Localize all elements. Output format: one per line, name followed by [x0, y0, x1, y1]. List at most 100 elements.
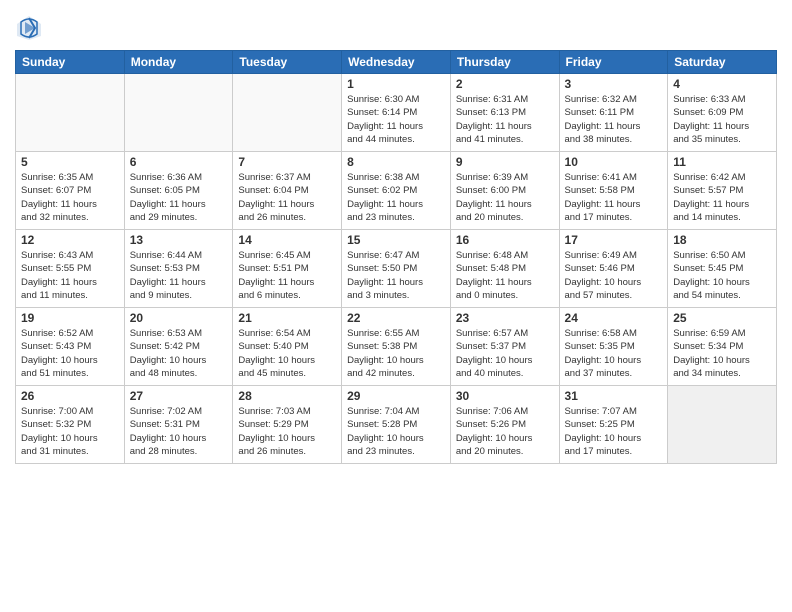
day-info: Sunrise: 6:55 AM Sunset: 5:38 PM Dayligh…	[347, 327, 445, 380]
day-info: Sunrise: 7:00 AM Sunset: 5:32 PM Dayligh…	[21, 405, 119, 458]
weekday-header-row: SundayMondayTuesdayWednesdayThursdayFrid…	[16, 51, 777, 74]
day-number: 22	[347, 311, 445, 325]
calendar-cell: 3 Sunrise: 6:32 AM Sunset: 6:11 PM Daylig…	[559, 74, 668, 152]
weekday-sunday: Sunday	[16, 51, 125, 74]
day-number: 13	[130, 233, 228, 247]
calendar: SundayMondayTuesdayWednesdayThursdayFrid…	[15, 50, 777, 464]
calendar-cell: 12 Sunrise: 6:43 AM Sunset: 5:55 PM Dayli…	[16, 230, 125, 308]
calendar-cell: 19 Sunrise: 6:52 AM Sunset: 5:43 PM Dayli…	[16, 308, 125, 386]
day-info: Sunrise: 6:38 AM Sunset: 6:02 PM Dayligh…	[347, 171, 445, 224]
day-number: 10	[565, 155, 663, 169]
day-info: Sunrise: 6:32 AM Sunset: 6:11 PM Dayligh…	[565, 93, 663, 146]
day-info: Sunrise: 6:43 AM Sunset: 5:55 PM Dayligh…	[21, 249, 119, 302]
calendar-row-4: 26 Sunrise: 7:00 AM Sunset: 5:32 PM Dayli…	[16, 386, 777, 464]
day-info: Sunrise: 6:42 AM Sunset: 5:57 PM Dayligh…	[673, 171, 771, 224]
weekday-monday: Monday	[124, 51, 233, 74]
day-number: 26	[21, 389, 119, 403]
day-number: 18	[673, 233, 771, 247]
weekday-wednesday: Wednesday	[342, 51, 451, 74]
calendar-cell: 14Sunrise: 6:45 AM Sunset: 5:51 PM Dayli…	[233, 230, 342, 308]
logo-icon	[15, 14, 43, 42]
day-info: Sunrise: 6:47 AM Sunset: 5:50 PM Dayligh…	[347, 249, 445, 302]
calendar-cell: 7Sunrise: 6:37 AM Sunset: 6:04 PM Daylig…	[233, 152, 342, 230]
logo	[15, 14, 47, 42]
calendar-cell: 4 Sunrise: 6:33 AM Sunset: 6:09 PM Daylig…	[668, 74, 777, 152]
day-info: Sunrise: 7:02 AM Sunset: 5:31 PM Dayligh…	[130, 405, 228, 458]
day-number: 12	[21, 233, 119, 247]
day-number: 28	[238, 389, 336, 403]
day-info: Sunrise: 6:59 AM Sunset: 5:34 PM Dayligh…	[673, 327, 771, 380]
day-info: Sunrise: 6:30 AM Sunset: 6:14 PM Dayligh…	[347, 93, 445, 146]
calendar-cell: 27 Sunrise: 7:02 AM Sunset: 5:31 PM Dayli…	[124, 386, 233, 464]
day-number: 5	[21, 155, 119, 169]
day-info: Sunrise: 6:54 AM Sunset: 5:40 PM Dayligh…	[238, 327, 336, 380]
calendar-cell: 15 Sunrise: 6:47 AM Sunset: 5:50 PM Dayli…	[342, 230, 451, 308]
calendar-cell: 26 Sunrise: 7:00 AM Sunset: 5:32 PM Dayli…	[16, 386, 125, 464]
calendar-cell: 29 Sunrise: 7:04 AM Sunset: 5:28 PM Dayli…	[342, 386, 451, 464]
calendar-cell: 17 Sunrise: 6:49 AM Sunset: 5:46 PM Dayli…	[559, 230, 668, 308]
day-number: 21	[238, 311, 336, 325]
day-info: Sunrise: 6:58 AM Sunset: 5:35 PM Dayligh…	[565, 327, 663, 380]
day-number: 4	[673, 77, 771, 91]
calendar-cell: 18 Sunrise: 6:50 AM Sunset: 5:45 PM Dayli…	[668, 230, 777, 308]
page: SundayMondayTuesdayWednesdayThursdayFrid…	[0, 0, 792, 612]
calendar-row-0: 1 Sunrise: 6:30 AM Sunset: 6:14 PM Daylig…	[16, 74, 777, 152]
calendar-cell: 5 Sunrise: 6:35 AM Sunset: 6:07 PM Daylig…	[16, 152, 125, 230]
day-number: 30	[456, 389, 554, 403]
day-number: 27	[130, 389, 228, 403]
day-number: 6	[130, 155, 228, 169]
calendar-cell: 9Sunrise: 6:39 AM Sunset: 6:00 PM Daylig…	[450, 152, 559, 230]
calendar-cell: 13 Sunrise: 6:44 AM Sunset: 5:53 PM Dayli…	[124, 230, 233, 308]
weekday-friday: Friday	[559, 51, 668, 74]
calendar-cell: 1 Sunrise: 6:30 AM Sunset: 6:14 PM Daylig…	[342, 74, 451, 152]
day-info: Sunrise: 6:53 AM Sunset: 5:42 PM Dayligh…	[130, 327, 228, 380]
calendar-cell	[16, 74, 125, 152]
day-info: Sunrise: 6:41 AM Sunset: 5:58 PM Dayligh…	[565, 171, 663, 224]
calendar-cell: 20 Sunrise: 6:53 AM Sunset: 5:42 PM Dayli…	[124, 308, 233, 386]
calendar-cell: 8 Sunrise: 6:38 AM Sunset: 6:02 PM Daylig…	[342, 152, 451, 230]
calendar-cell: 16Sunrise: 6:48 AM Sunset: 5:48 PM Dayli…	[450, 230, 559, 308]
day-number: 29	[347, 389, 445, 403]
calendar-cell: 30 Sunrise: 7:06 AM Sunset: 5:26 PM Dayli…	[450, 386, 559, 464]
day-number: 31	[565, 389, 663, 403]
calendar-cell: 22 Sunrise: 6:55 AM Sunset: 5:38 PM Dayli…	[342, 308, 451, 386]
calendar-cell: 6 Sunrise: 6:36 AM Sunset: 6:05 PM Daylig…	[124, 152, 233, 230]
day-info: Sunrise: 6:36 AM Sunset: 6:05 PM Dayligh…	[130, 171, 228, 224]
day-number: 17	[565, 233, 663, 247]
day-info: Sunrise: 6:33 AM Sunset: 6:09 PM Dayligh…	[673, 93, 771, 146]
day-number: 14	[238, 233, 336, 247]
day-info: Sunrise: 6:50 AM Sunset: 5:45 PM Dayligh…	[673, 249, 771, 302]
day-number: 25	[673, 311, 771, 325]
calendar-cell: 25 Sunrise: 6:59 AM Sunset: 5:34 PM Dayli…	[668, 308, 777, 386]
calendar-cell: 28Sunrise: 7:03 AM Sunset: 5:29 PM Dayli…	[233, 386, 342, 464]
calendar-cell	[233, 74, 342, 152]
calendar-cell: 23Sunrise: 6:57 AM Sunset: 5:37 PM Dayli…	[450, 308, 559, 386]
header	[15, 10, 777, 42]
calendar-cell: 31 Sunrise: 7:07 AM Sunset: 5:25 PM Dayli…	[559, 386, 668, 464]
day-info: Sunrise: 7:04 AM Sunset: 5:28 PM Dayligh…	[347, 405, 445, 458]
day-number: 20	[130, 311, 228, 325]
calendar-cell	[668, 386, 777, 464]
day-number: 15	[347, 233, 445, 247]
day-number: 19	[21, 311, 119, 325]
weekday-thursday: Thursday	[450, 51, 559, 74]
day-info: Sunrise: 6:57 AM Sunset: 5:37 PM Dayligh…	[456, 327, 554, 380]
day-info: Sunrise: 6:44 AM Sunset: 5:53 PM Dayligh…	[130, 249, 228, 302]
calendar-cell	[124, 74, 233, 152]
day-info: Sunrise: 7:07 AM Sunset: 5:25 PM Dayligh…	[565, 405, 663, 458]
calendar-row-3: 19 Sunrise: 6:52 AM Sunset: 5:43 PM Dayli…	[16, 308, 777, 386]
day-info: Sunrise: 6:52 AM Sunset: 5:43 PM Dayligh…	[21, 327, 119, 380]
day-number: 2	[456, 77, 554, 91]
day-info: Sunrise: 6:39 AM Sunset: 6:00 PM Dayligh…	[456, 171, 554, 224]
day-number: 1	[347, 77, 445, 91]
calendar-cell: 24 Sunrise: 6:58 AM Sunset: 5:35 PM Dayli…	[559, 308, 668, 386]
day-number: 8	[347, 155, 445, 169]
day-number: 3	[565, 77, 663, 91]
day-info: Sunrise: 7:06 AM Sunset: 5:26 PM Dayligh…	[456, 405, 554, 458]
day-info: Sunrise: 6:31 AM Sunset: 6:13 PM Dayligh…	[456, 93, 554, 146]
day-info: Sunrise: 6:49 AM Sunset: 5:46 PM Dayligh…	[565, 249, 663, 302]
day-number: 24	[565, 311, 663, 325]
weekday-saturday: Saturday	[668, 51, 777, 74]
day-info: Sunrise: 6:48 AM Sunset: 5:48 PM Dayligh…	[456, 249, 554, 302]
day-info: Sunrise: 6:35 AM Sunset: 6:07 PM Dayligh…	[21, 171, 119, 224]
